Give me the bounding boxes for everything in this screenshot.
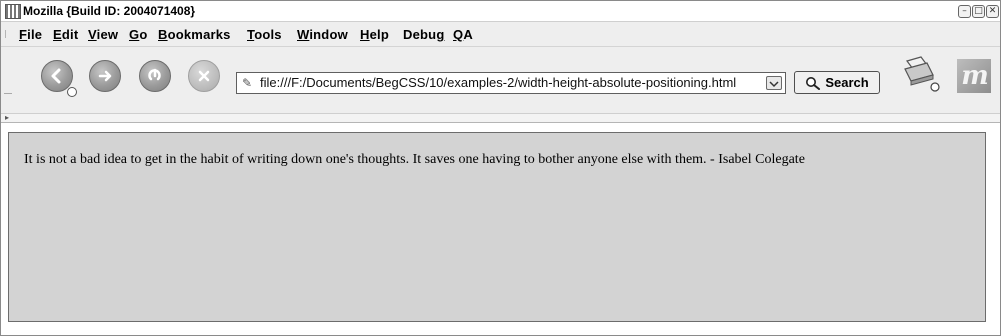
menu-window[interactable]: Window bbox=[297, 27, 348, 42]
menu-tools[interactable]: Tools bbox=[247, 27, 282, 42]
print-button[interactable] bbox=[901, 55, 941, 93]
close-button[interactable]: ✕ bbox=[986, 5, 999, 18]
menu-go[interactable]: Go bbox=[129, 27, 147, 42]
back-arrow-icon bbox=[51, 68, 61, 84]
maximize-button[interactable]: □ bbox=[972, 5, 985, 18]
window-title: Mozilla {Build ID: 2004071408} bbox=[23, 4, 196, 18]
brand-logo-icon: m bbox=[961, 61, 988, 91]
chevron-down-icon bbox=[769, 81, 779, 88]
menu-debug[interactable]: Debug bbox=[403, 27, 444, 42]
search-button-label: Search bbox=[825, 75, 869, 90]
url-bar[interactable]: ✎ file:///F:/Documents/BegCSS/10/example… bbox=[236, 72, 786, 94]
print-icon bbox=[904, 56, 940, 92]
stop-icon bbox=[198, 70, 210, 82]
tab-strip-arrow-icon[interactable]: ▸ bbox=[5, 114, 9, 122]
url-input[interactable]: file:///F:/Documents/BegCSS/10/examples-… bbox=[260, 75, 765, 91]
search-button[interactable]: Search bbox=[794, 71, 880, 94]
toolbar-grip[interactable] bbox=[4, 93, 12, 94]
menu-edit[interactable]: Edit bbox=[53, 27, 78, 42]
menu-file[interactable]: File bbox=[19, 27, 42, 42]
page-proxy-icon[interactable]: ✎ bbox=[242, 75, 256, 91]
navigation-toolbar: ✎ file:///F:/Documents/BegCSS/10/example… bbox=[1, 47, 1000, 114]
browser-window: Mozilla {Build ID: 2004071408} – □ ✕ Fil… bbox=[0, 0, 1001, 336]
quote-text: It is not a bad idea to get in the habit… bbox=[24, 152, 805, 167]
minimize-button[interactable]: – bbox=[958, 5, 971, 18]
reload-button[interactable] bbox=[139, 60, 171, 92]
forward-button[interactable] bbox=[89, 60, 121, 92]
menubar-grip[interactable] bbox=[5, 30, 10, 38]
menu-bar: File Edit View Go Bookmarks Tools Window… bbox=[1, 22, 1000, 47]
positioned-box: It is not a bad idea to get in the habit… bbox=[8, 132, 986, 322]
title-bar[interactable]: Mozilla {Build ID: 2004071408} – □ ✕ bbox=[1, 1, 1000, 22]
app-icon bbox=[5, 4, 21, 19]
menu-help[interactable]: Help bbox=[360, 27, 389, 42]
stop-button[interactable] bbox=[188, 60, 220, 92]
tab-strip[interactable]: ▸ bbox=[1, 114, 1000, 123]
menu-view[interactable]: View bbox=[88, 27, 118, 42]
back-history-dropdown[interactable] bbox=[67, 87, 77, 97]
reload-icon bbox=[148, 68, 161, 81]
search-icon bbox=[806, 76, 821, 90]
menu-qa[interactable]: QA bbox=[453, 27, 473, 42]
forward-arrow-icon bbox=[98, 70, 112, 82]
url-history-dropdown[interactable] bbox=[766, 76, 782, 90]
menu-bookmarks[interactable]: Bookmarks bbox=[158, 27, 231, 42]
brand-throbber[interactable]: m bbox=[957, 59, 991, 93]
page-content: It is not a bad idea to get in the habit… bbox=[1, 123, 1000, 335]
